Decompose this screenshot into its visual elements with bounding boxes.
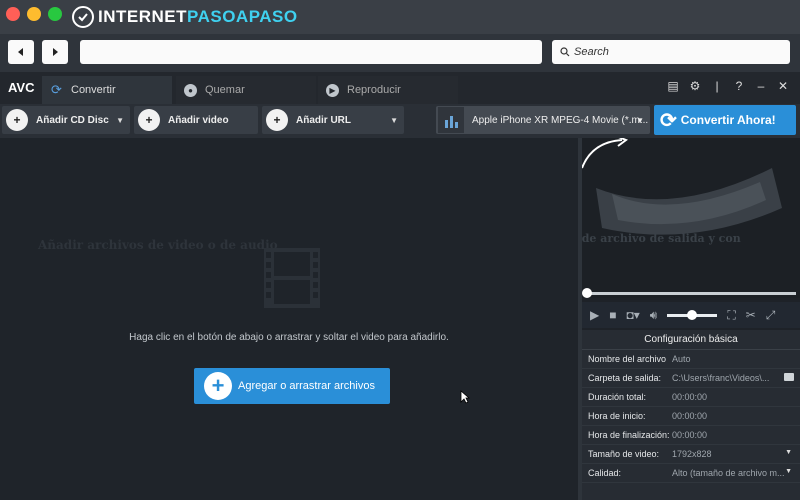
chevron-down-icon[interactable]: ▼ bbox=[785, 468, 792, 475]
cut-icon[interactable]: ✂ bbox=[746, 308, 756, 322]
logo-check-icon bbox=[72, 6, 94, 28]
folder-icon[interactable] bbox=[784, 373, 794, 381]
add-globe-icon: + bbox=[266, 109, 288, 131]
add-files-button[interactable]: + Agregar o arrastrar archivos bbox=[194, 368, 390, 404]
back-arrow-icon bbox=[18, 48, 23, 56]
camera-icon[interactable]: ◘▾ bbox=[626, 308, 639, 322]
tab-quemar[interactable]: ● Quemar bbox=[176, 76, 316, 104]
tab-reproducir[interactable]: ▶ Reproducir bbox=[318, 76, 458, 104]
volume-icon[interactable]: 🔊︎ bbox=[650, 308, 658, 323]
preview-ghost-text: Seleccione el formato de archivo de sali… bbox=[582, 232, 741, 245]
config-title: Configuración básica bbox=[582, 330, 800, 350]
app-tabbar: AVC ⟳ Convertir ● Quemar ▶ Reproducir ▤ … bbox=[0, 72, 800, 104]
gear-icon[interactable]: ⚙ bbox=[688, 79, 702, 93]
volume-knob[interactable] bbox=[687, 309, 698, 320]
convert-now-button[interactable]: ⟳ Convertir Ahora! bbox=[654, 105, 796, 135]
refresh-icon: ⟳ bbox=[660, 109, 677, 132]
logo-text: INTERNETPASOAPASO bbox=[98, 7, 298, 26]
close-icon[interactable]: ✕ bbox=[776, 79, 790, 93]
disc-icon: ● bbox=[184, 83, 197, 97]
config-row-output-folder[interactable]: Carpeta de salida: C:\Users\franc\Videos… bbox=[582, 369, 800, 388]
config-row-quality[interactable]: Calidad: Alto (tamaño de archivo m... ▼ bbox=[582, 464, 800, 483]
browser-titlebar: INTERNETPASOAPASO bbox=[0, 0, 800, 34]
back-button[interactable] bbox=[8, 40, 34, 64]
chevron-down-icon[interactable]: ▼ bbox=[116, 116, 124, 125]
forward-arrow-icon bbox=[53, 48, 58, 56]
maximize-window-button[interactable] bbox=[48, 7, 62, 21]
search-input[interactable]: Search bbox=[552, 40, 790, 64]
stop-icon[interactable]: ■ bbox=[609, 308, 616, 322]
output-format-select[interactable]: Apple iPhone XR MPEG-4 Movie (*.m... ▼ bbox=[436, 106, 650, 134]
config-row-end-time[interactable]: Hora de finalización: 00:00:00 bbox=[582, 426, 800, 445]
help-icon[interactable]: ? bbox=[732, 79, 746, 93]
add-film-icon: + bbox=[138, 109, 160, 131]
player-controls: ▶ ■ ◘▾ 🔊︎ ⛶ ✂ ⤢ bbox=[582, 302, 800, 328]
plus-icon: + bbox=[204, 372, 232, 400]
crop-icon[interactable]: ⤢ bbox=[766, 308, 776, 323]
chevron-down-icon[interactable]: ▼ bbox=[785, 449, 792, 456]
refresh-icon: ⟳ bbox=[51, 82, 62, 97]
add-disc-icon: + bbox=[6, 109, 28, 131]
forward-button[interactable] bbox=[42, 40, 68, 64]
minimize-window-button[interactable] bbox=[27, 7, 41, 21]
avc-app: AVC ⟳ Convertir ● Quemar ▶ Reproducir ▤ … bbox=[0, 72, 800, 500]
basic-config-panel: Configuración básica Nombre del archivo … bbox=[582, 330, 800, 500]
site-logo: INTERNETPASOAPASO bbox=[72, 5, 298, 29]
format-icon bbox=[438, 107, 464, 133]
volume-slider[interactable] bbox=[667, 309, 718, 320]
film-icon bbox=[264, 248, 320, 308]
config-row-duration: Duración total: 00:00:00 bbox=[582, 388, 800, 407]
address-bar[interactable] bbox=[80, 40, 542, 64]
chevron-down-icon: ▼ bbox=[636, 115, 644, 125]
minimize-icon[interactable]: – bbox=[754, 79, 768, 93]
drop-hint: Haga clic en el botón de abajo o arrastr… bbox=[129, 332, 449, 343]
drop-area-ghost-title: Añadir archivos de video o de audio bbox=[38, 238, 278, 252]
film-strip-graphic bbox=[582, 138, 782, 235]
add-url-button[interactable]: + Añadir URL ▼ bbox=[262, 106, 404, 134]
seek-track bbox=[586, 292, 796, 295]
close-window-button[interactable] bbox=[6, 7, 20, 21]
config-row-filename[interactable]: Nombre del archivo Auto bbox=[582, 350, 800, 369]
add-video-button[interactable]: + Añadir video bbox=[134, 106, 258, 134]
preview-pane: Seleccione el formato de archivo de sali… bbox=[582, 138, 800, 288]
log-icon[interactable]: ▤ bbox=[666, 79, 680, 93]
tab-convertir[interactable]: ⟳ Convertir bbox=[42, 76, 172, 104]
play-icon[interactable]: ▶ bbox=[590, 308, 599, 322]
search-icon bbox=[560, 47, 570, 57]
browser-toolbar: Search bbox=[0, 34, 800, 72]
add-cd-button[interactable]: + Añadir CD Disc ▼ bbox=[2, 106, 130, 134]
mouse-cursor-icon bbox=[460, 390, 470, 404]
config-row-start-time[interactable]: Hora de inicio: 00:00:00 bbox=[582, 407, 800, 426]
window-controls: ▤ ⚙ | ? – ✕ bbox=[666, 79, 790, 93]
seek-knob[interactable] bbox=[582, 288, 592, 298]
config-row-video-size[interactable]: Tamaño de video: 1792x828 ▼ bbox=[582, 445, 800, 464]
chevron-down-icon[interactable]: ▼ bbox=[390, 116, 398, 125]
drop-area[interactable]: Añadir archivos de video o de audio Haga… bbox=[0, 138, 578, 500]
action-bar: + Añadir CD Disc ▼ + Añadir video + Añad… bbox=[0, 104, 800, 138]
fullscreen-icon[interactable]: ⛶ bbox=[727, 308, 735, 323]
play-icon: ▶ bbox=[326, 83, 339, 97]
divider-icon: | bbox=[715, 79, 719, 93]
seek-bar[interactable] bbox=[582, 288, 800, 298]
app-name: AVC bbox=[8, 80, 35, 95]
